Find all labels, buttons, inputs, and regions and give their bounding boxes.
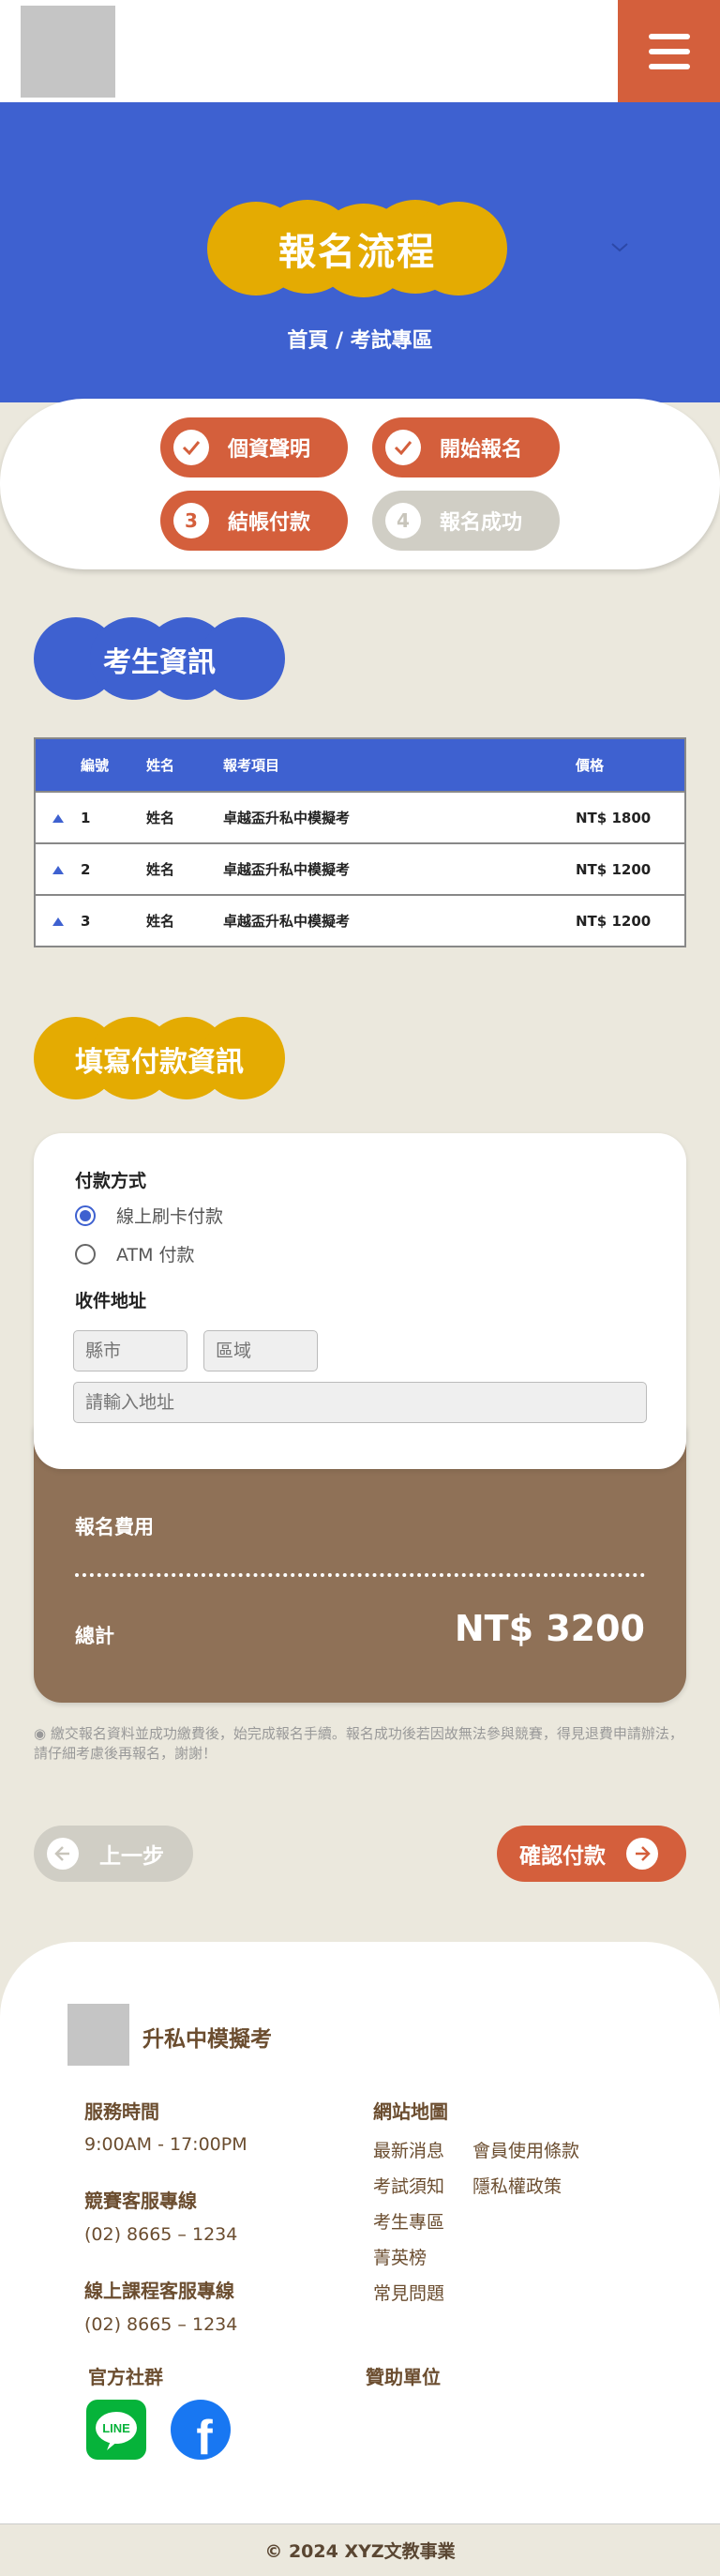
table-row: 3 姓名 卓越盃升私中模擬考 NT$ 1200 <box>36 894 684 946</box>
contest-hotline[interactable]: (02) 8665 – 1234 <box>84 2224 237 2245</box>
dotted-divider <box>75 1573 645 1577</box>
hamburger-menu-icon[interactable] <box>618 0 720 102</box>
footer-brand: 升私中模擬考 <box>142 2027 272 2052</box>
page-title-badge: 報名流程 <box>207 200 507 297</box>
cell-item: 卓越盃升私中模擬考 <box>223 913 351 930</box>
address-input[interactable] <box>73 1382 647 1423</box>
cell-no: 2 <box>81 860 91 878</box>
cell-name: 姓名 <box>146 913 175 930</box>
confirm-payment-button[interactable]: 確認付款 <box>497 1826 686 1882</box>
step-personal-info: 個資聲明 <box>160 417 348 477</box>
signup-notice: ◉ 繳交報名資料並成功繳費後，始完成報名手續。報名成功後若因故無法參與競賽，得見… <box>34 1725 683 1762</box>
candidate-section-header: 考生資訊 <box>34 617 285 702</box>
sitemap-link-privacy[interactable]: 隱私權政策 <box>472 2173 562 2198</box>
step-start-signup: 開始報名 <box>372 417 560 477</box>
option-atm[interactable]: ATM 付款 <box>75 1241 195 1266</box>
footer-logo[interactable] <box>68 2004 129 2066</box>
total-label: 總計 <box>75 1625 114 1647</box>
step-label: 開始報名 <box>440 438 523 462</box>
cell-no: 3 <box>81 912 91 930</box>
candidate-table: 編號 姓名 報考項目 價格 1 姓名 卓越盃升私中模擬考 NT$ 1800 2 … <box>34 737 686 947</box>
cell-price: NT$ 1800 <box>576 809 652 826</box>
course-hotline[interactable]: (02) 8665 – 1234 <box>84 2314 237 2335</box>
contest-hotline-label: 競賽客服專線 <box>84 2190 197 2212</box>
step-checkout: 3 結帳付款 <box>160 491 348 551</box>
address-label: 收件地址 <box>75 1291 147 1311</box>
district-select[interactable] <box>203 1330 318 1371</box>
column-header: 價格 <box>576 757 605 774</box>
check-icon <box>173 430 209 465</box>
line-icon[interactable]: LINE <box>86 2400 146 2460</box>
section-title: 填寫付款資訊 <box>75 1046 244 1079</box>
expand-arrow-icon[interactable] <box>52 865 64 874</box>
step-number: 4 <box>385 503 421 538</box>
table-header: 編號 姓名 報考項目 價格 <box>36 739 684 791</box>
total-amount: NT$ 3200 <box>454 1608 645 1649</box>
table-row: 1 姓名 卓越盃升私中模擬考 NT$ 1800 <box>36 791 684 842</box>
cell-no: 1 <box>81 809 91 826</box>
cell-item: 卓越盃升私中模擬考 <box>223 810 351 826</box>
sponsor-label: 贊助單位 <box>366 2366 441 2388</box>
sitemap-link-candidate-area[interactable]: 考生專區 <box>373 2208 444 2234</box>
column-header: 報考項目 <box>223 757 280 774</box>
step-number: 3 <box>173 503 209 538</box>
arrow-right-icon <box>626 1838 658 1870</box>
steps-progress: 個資聲明 開始報名 3 結帳付款 4 報名成功 <box>0 399 720 569</box>
column-header: 姓名 <box>146 757 175 774</box>
arrow-left-icon <box>47 1838 79 1870</box>
site-logo[interactable] <box>21 6 115 98</box>
page-title: 報名流程 <box>278 231 436 274</box>
social-label: 官方社群 <box>88 2366 163 2388</box>
radio-unselected[interactable] <box>75 1243 96 1265</box>
sitemap-link-honor-roll[interactable]: 菁英榜 <box>373 2244 427 2269</box>
fee-title: 報名費用 <box>75 1516 154 1538</box>
copyright: © 2024 XYZ文教事業 <box>0 2523 720 2576</box>
prev-step-button[interactable]: 上一步 <box>34 1826 193 1882</box>
menu-line <box>648 48 690 54</box>
facebook-icon[interactable]: f <box>171 2400 231 2465</box>
section-title: 考生資訊 <box>103 646 216 679</box>
next-label: 確認付款 <box>519 1844 606 1869</box>
expand-arrow-icon[interactable] <box>52 813 64 823</box>
city-select[interactable] <box>73 1330 188 1371</box>
line-text: LINE <box>102 2421 130 2435</box>
course-hotline-label: 線上課程客服專線 <box>84 2280 234 2302</box>
step-label: 結帳付款 <box>228 511 311 535</box>
cell-item: 卓越盃升私中模擬考 <box>223 861 351 878</box>
hours-label: 服務時間 <box>84 2100 159 2123</box>
option-label: 線上刷卡付款 <box>116 1206 224 1227</box>
menu-line <box>648 33 690 39</box>
menu-line <box>648 63 690 69</box>
cell-price: NT$ 1200 <box>576 860 652 878</box>
top-bar <box>0 0 720 102</box>
check-icon <box>385 430 421 465</box>
facebook-glyph: f <box>196 2411 213 2460</box>
column-header: 編號 <box>81 757 110 774</box>
payment-method-label: 付款方式 <box>75 1171 147 1191</box>
step-label: 報名成功 <box>440 511 523 535</box>
prev-label: 上一步 <box>99 1844 164 1869</box>
site-footer: 升私中模擬考 服務時間 9:00AM - 17:00PM 競賽客服專線 (02)… <box>0 1942 720 2523</box>
sitemap-link-news[interactable]: 最新消息 <box>373 2137 444 2162</box>
step-label: 個資聲明 <box>228 438 311 462</box>
payment-form-card: 付款方式 線上刷卡付款 ATM 付款 收件地址 <box>34 1133 686 1469</box>
hours-value: 9:00AM - 17:00PM <box>84 2134 248 2155</box>
radio-selected[interactable] <box>75 1205 96 1226</box>
cell-price: NT$ 1200 <box>576 912 652 930</box>
step-success: 4 報名成功 <box>372 491 560 551</box>
cell-name: 姓名 <box>146 861 175 878</box>
breadcrumb[interactable]: 首頁 / 考試專區 <box>0 324 720 354</box>
sitemap-link-terms[interactable]: 會員使用條款 <box>472 2137 579 2162</box>
option-label: ATM 付款 <box>116 1245 195 1265</box>
sitemap-label: 網站地圖 <box>373 2100 448 2123</box>
sitemap-link-exam-notes[interactable]: 考試須知 <box>373 2173 444 2198</box>
chevron-down-icon[interactable] <box>611 243 628 252</box>
sitemap-link-faq[interactable]: 常見問題 <box>373 2280 444 2305</box>
option-credit-card[interactable]: 線上刷卡付款 <box>75 1203 223 1228</box>
expand-arrow-icon[interactable] <box>52 917 64 926</box>
payment-section-header: 填寫付款資訊 <box>34 1017 285 1101</box>
cell-name: 姓名 <box>146 810 175 826</box>
table-row: 2 姓名 卓越盃升私中模擬考 NT$ 1200 <box>36 842 684 894</box>
